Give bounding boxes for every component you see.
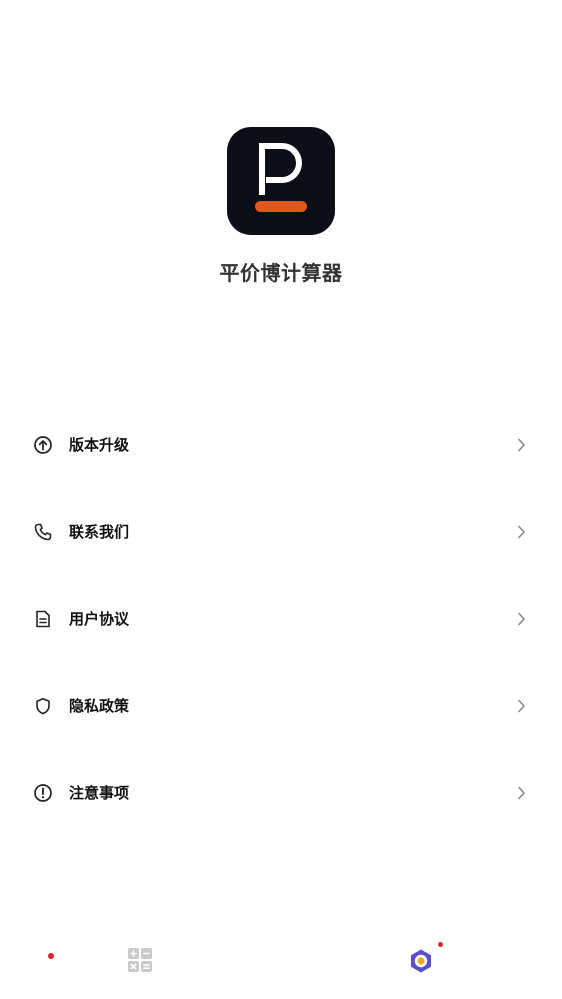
app-name: 平价博计算器 (219, 261, 343, 285)
bottom-tab-bar (0, 930, 562, 999)
menu-item-label: 版本升级 (69, 436, 130, 454)
tab-profile[interactable] (281, 930, 562, 999)
chevron-right-icon (518, 786, 525, 800)
exclamation-circle-icon (34, 784, 52, 802)
menu-item-version-upgrade[interactable]: 版本升级 (0, 401, 562, 488)
shield-icon (36, 698, 50, 715)
about-page: 平价博计算器 版本升级 联系我们 用户协议 隐私政策 注意事项 (0, 0, 562, 999)
hexagon-profile-icon (411, 949, 431, 973)
menu-item-label: 用户协议 (69, 610, 130, 628)
menu-item-label: 注意事项 (69, 784, 130, 802)
chevron-right-icon (518, 525, 525, 539)
app-logo (227, 127, 335, 235)
phone-icon (34, 523, 52, 541)
menu-item-user-agreement[interactable]: 用户协议 (0, 575, 562, 662)
menu-item-label: 联系我们 (69, 523, 130, 541)
logo-mark (255, 143, 307, 212)
chevron-right-icon (518, 438, 525, 452)
settings-menu: 版本升级 联系我们 用户协议 隐私政策 注意事项 (0, 401, 562, 959)
arrow-up-circle-icon (34, 436, 52, 454)
calculator-grid-icon (128, 948, 152, 972)
chevron-right-icon (518, 699, 525, 713)
tab-calculator[interactable] (0, 930, 281, 999)
menu-item-privacy-policy[interactable]: 隐私政策 (0, 662, 562, 959)
menu-item-label: 隐私政策 (69, 697, 130, 715)
notification-dot (438, 942, 443, 947)
menu-item-notes[interactable]: 注意事项 (0, 749, 562, 836)
menu-item-contact-us[interactable]: 联系我们 (0, 488, 562, 575)
chevron-right-icon (518, 612, 525, 626)
document-icon (36, 610, 50, 628)
